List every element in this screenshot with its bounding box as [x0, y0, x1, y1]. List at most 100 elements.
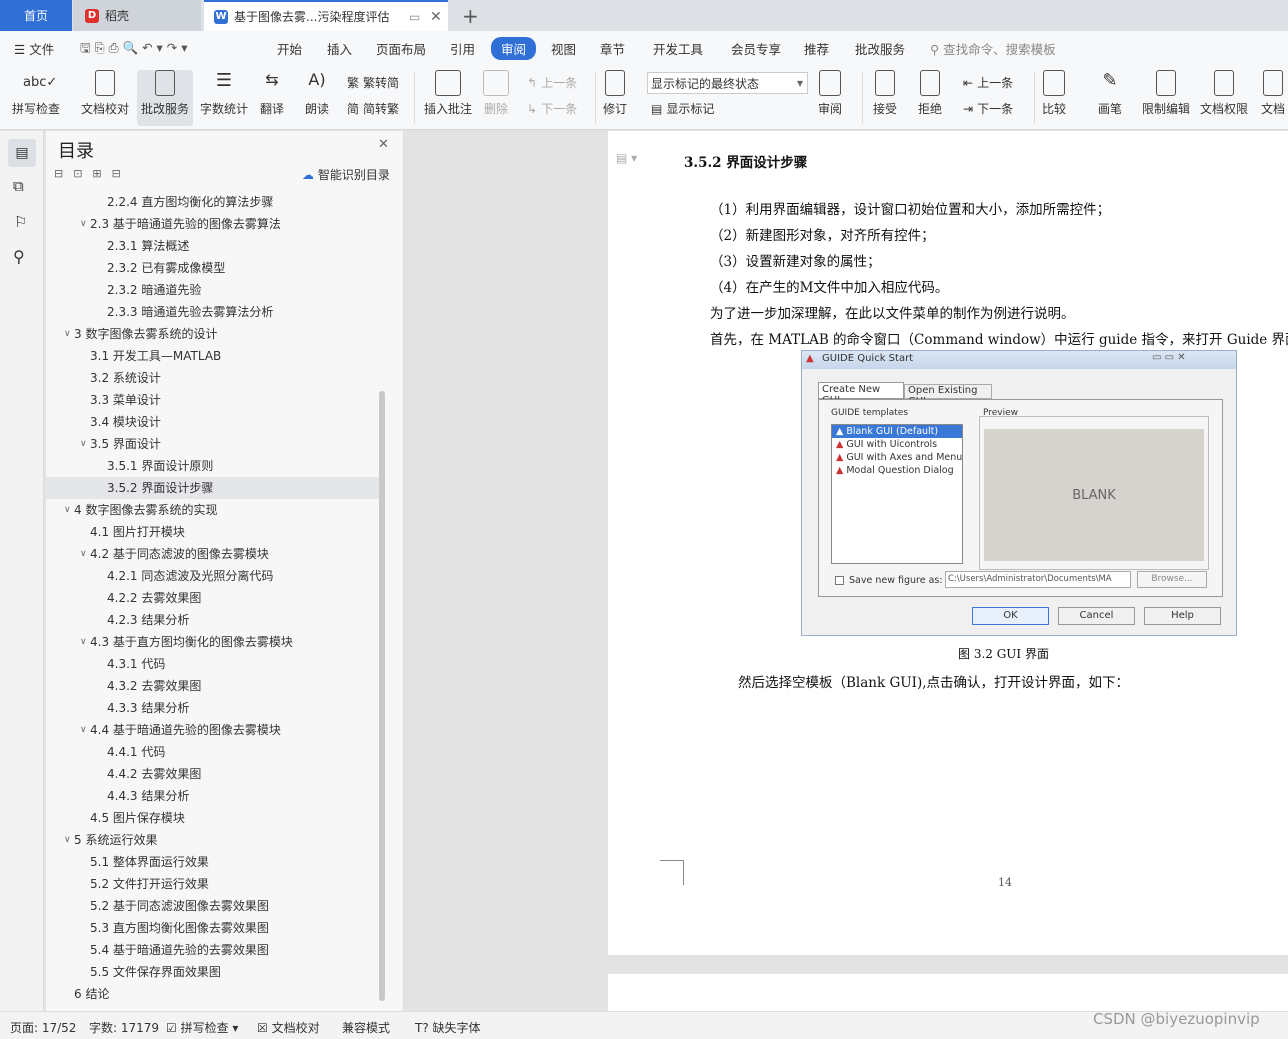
toc-item[interactable]: ∨ 2.3 基于暗通道先验的图像去雾算法 [46, 213, 380, 235]
chevron-down-icon[interactable]: ∨ [80, 719, 87, 741]
toc-item[interactable]: 3.2 系统设计 [46, 367, 380, 389]
navigation-icon[interactable]: ⧉ [13, 177, 24, 195]
quick-access-toolbar[interactable]: 🖫 ⎘ ⎙ 🔍 ↶ ▾ ↷ ▾ [80, 39, 188, 60]
toc-item[interactable]: 3.5.1 界面设计原则 [46, 455, 380, 477]
smart-toc-button[interactable]: ☁ 智能识别目录 [302, 166, 390, 183]
toc-item[interactable]: 4.2.2 去雾效果图 [46, 587, 380, 609]
toc-item[interactable]: ∨ 4.2 基于同态滤波的图像去雾模块 [46, 543, 380, 565]
menu-start[interactable]: 开始 [277, 39, 302, 58]
toc-item[interactable]: 3.1 开发工具—MATLAB [46, 345, 380, 367]
toc-item[interactable]: ∨ 4.3 基于直方图均衡化的图像去雾模块 [46, 631, 380, 653]
chevron-down-icon[interactable]: ∨ [80, 213, 87, 235]
chevron-down-icon[interactable]: ∨ [64, 829, 71, 851]
toc-item[interactable]: 4.4.1 代码 [46, 741, 380, 763]
chevron-down-icon[interactable]: ∨ [64, 499, 71, 521]
toc-item[interactable]: 4.2.3 结果分析 [46, 609, 380, 631]
doc-permission-button[interactable]: 文档权限 [1200, 70, 1248, 117]
page-indicator[interactable]: 页面: 17/52 [10, 1019, 76, 1036]
show-markup-button[interactable]: ▤ 显示标记 [651, 100, 714, 117]
menu-review[interactable]: 审阅 [491, 37, 537, 60]
word-count-button[interactable]: ☰ 字数统计 [200, 70, 248, 117]
page-format-icon[interactable]: ▤ ▾ [616, 151, 637, 165]
toc-item[interactable]: 4.3.2 去雾效果图 [46, 675, 380, 697]
compare-button[interactable]: 比较 [1042, 70, 1066, 117]
menu-chapter[interactable]: 章节 [600, 39, 625, 58]
doc-more-button[interactable]: 文档 [1258, 70, 1288, 117]
tab-home[interactable]: 首页 [0, 0, 72, 31]
track-changes-button[interactable]: 修订 [603, 70, 627, 117]
insert-comment-button[interactable]: 插入批注 [424, 70, 472, 117]
toc-item[interactable]: 4.3.3 结果分析 [46, 697, 380, 719]
toc-item[interactable]: ∨ 4.4 基于暗通道先验的图像去雾模块 [46, 719, 380, 741]
bookmark-icon[interactable]: ⚐ [14, 213, 27, 231]
toc-item[interactable]: 4.3.1 代码 [46, 653, 380, 675]
missing-font-status[interactable]: T? 缺失字体 [415, 1019, 481, 1036]
menu-devtools[interactable]: 开发工具 [653, 39, 703, 58]
menu-layout[interactable]: 页面布局 [376, 39, 426, 58]
toc-item[interactable]: 4.1 图片打开模块 [46, 521, 380, 543]
proofread-button[interactable]: 文档校对 [81, 70, 129, 117]
toc-item[interactable]: 3.4 模块设计 [46, 411, 380, 433]
toc-item[interactable]: 5.2 基于同态滤波图像去雾效果图 [46, 895, 380, 917]
close-icon[interactable]: ✕ [378, 137, 389, 152]
read-aloud-button[interactable]: A) 朗读 [304, 70, 330, 117]
chevron-down-icon[interactable]: ∨ [64, 323, 71, 345]
toc-item[interactable]: 4.2.1 同态滤波及光照分离代码 [46, 565, 380, 587]
spell-check-button[interactable]: abc✓ 拼写检查 [12, 70, 60, 117]
prev-comment-button[interactable]: ↰ 上一条 [527, 74, 577, 91]
next-change-button[interactable]: ⇥ 下一条 [963, 100, 1013, 117]
accept-button[interactable]: 接受 [873, 70, 897, 117]
toc-item[interactable]: 4.4.2 去雾效果图 [46, 763, 380, 785]
toc-panel-icon[interactable]: ▤ [8, 139, 36, 167]
toc-item[interactable]: 5.1 整体界面运行效果 [46, 851, 380, 873]
translate-button[interactable]: ⇆ 翻译 [259, 70, 285, 117]
toc-item[interactable]: 5.5 文件保存界面效果图 [46, 961, 380, 983]
trad-to-simp-button[interactable]: 繁繁转简 [347, 74, 399, 91]
review-pane-button[interactable]: 审阅 [818, 70, 842, 117]
restrict-edit-button[interactable]: 限制编辑 [1142, 70, 1190, 117]
toc-item[interactable]: 5.3 直方图均衡化图像去雾效果图 [46, 917, 380, 939]
tab-document[interactable]: W 基于图像去雾...污染程度评估 ▭ ✕ [204, 0, 448, 31]
toc-item[interactable]: 6 结论 [46, 983, 380, 1005]
markup-state-select[interactable]: 显示标记的最终状态 ▾ [647, 72, 808, 94]
toc-item[interactable]: 2.3.1 算法概述 [46, 235, 380, 257]
tab-daoke[interactable]: D 稻壳 [73, 0, 201, 31]
toc-item[interactable]: ∨ 3 数字图像去雾系统的设计 [46, 323, 380, 345]
next-comment-button[interactable]: ↳ 下一条 [527, 100, 577, 117]
toc-item[interactable]: 4.4.3 结果分析 [46, 785, 380, 807]
new-tab-icon[interactable]: + [462, 4, 479, 28]
command-search[interactable]: ⚲ 查找命令、搜索模板 [930, 39, 1056, 58]
chevron-down-icon[interactable]: ∨ [80, 433, 87, 455]
review-service-button[interactable]: 批改服务 [137, 70, 194, 126]
simp-to-trad-button[interactable]: 简简转繁 [347, 100, 399, 117]
menu-view[interactable]: 视图 [551, 39, 576, 58]
menu-vip[interactable]: 会员专享 [731, 39, 781, 58]
prev-change-button[interactable]: ⇤ 上一条 [963, 74, 1013, 91]
toc-controls[interactable]: ⊟⊡⊞⊟ [54, 167, 131, 180]
reject-button[interactable]: 拒绝 [918, 70, 942, 117]
chevron-down-icon[interactable]: ∨ [80, 631, 87, 653]
toc-item[interactable]: 3.3 菜单设计 [46, 389, 380, 411]
toc-item[interactable]: 2.3.3 暗通道先验去雾算法分析 [46, 301, 380, 323]
monitor-icon[interactable]: ▭ [409, 10, 420, 24]
menu-review-service[interactable]: 批改服务 [855, 39, 905, 58]
file-menu[interactable]: ☰ 文件 [14, 39, 54, 58]
toc-item[interactable]: 3.5.2 界面设计步骤 [46, 477, 380, 499]
menu-insert[interactable]: 插入 [327, 39, 352, 58]
toc-scrollbar[interactable] [379, 391, 385, 1001]
toc-item[interactable]: 2.2.4 直方图均衡化的算法步骤 [46, 191, 380, 213]
toc-item[interactable]: 5.2 文件打开运行效果 [46, 873, 380, 895]
toc-item[interactable]: 4.5 图片保存模块 [46, 807, 380, 829]
toc-item[interactable]: ∨ 4 数字图像去雾系统的实现 [46, 499, 380, 521]
delete-comment-button[interactable]: 删除 [483, 70, 509, 117]
toc-item[interactable]: 5.4 基于暗通道先验的去雾效果图 [46, 939, 380, 961]
pen-button[interactable]: ✎ 画笔 [1097, 70, 1123, 117]
spell-check-status[interactable]: ☑ 拼写检查 ▾ [166, 1019, 238, 1036]
word-count-indicator[interactable]: 字数: 17179 [89, 1019, 159, 1036]
menu-recommend[interactable]: 推荐 [804, 39, 829, 58]
toc-item[interactable]: ∨ 3.5 界面设计 [46, 433, 380, 455]
close-tab-icon[interactable]: ✕ [430, 9, 442, 25]
proofread-status[interactable]: ☒ 文档校对 [257, 1019, 320, 1036]
toc-item[interactable]: ∨ 5 系统运行效果 [46, 829, 380, 851]
menu-reference[interactable]: 引用 [450, 39, 475, 58]
